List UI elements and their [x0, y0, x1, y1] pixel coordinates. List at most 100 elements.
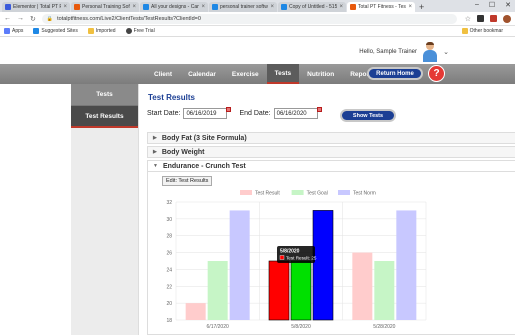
calendar-icon[interactable]: [226, 107, 232, 112]
sidebar-item-test-results[interactable]: Test Results: [71, 106, 138, 128]
browser-tab[interactable]: Personal Training Softw ×: [71, 2, 139, 12]
favicon-icon: [143, 4, 149, 10]
forward-icon[interactable]: →: [17, 15, 24, 22]
bar-test-goal: [374, 261, 395, 320]
nav-nutrition[interactable]: Nutrition: [299, 64, 342, 84]
end-date-field[interactable]: 06/16/2020: [273, 107, 322, 119]
end-date-label: End Date:: [239, 110, 271, 117]
y-tick-label: 24: [166, 267, 172, 273]
date-filter-row: Start Date: 06/16/2019 End Date: 06/16/2…: [147, 107, 322, 119]
tab-title: personal trainer softwar: [220, 4, 269, 10]
bar-test-result: [268, 260, 290, 321]
favicon-icon: [212, 4, 218, 10]
browser-tab[interactable]: personal trainer softwar ×: [209, 2, 277, 12]
return-home-button[interactable]: Return Home: [367, 67, 423, 80]
help-icon[interactable]: ?: [428, 65, 445, 82]
bar-test-result: [352, 252, 373, 320]
close-window-icon[interactable]: ✕: [505, 1, 511, 9]
address-bar: ← → ↻ 🔒 totalptfitness.com/Live2/ClientT…: [0, 12, 515, 26]
y-tick-label: 32: [166, 200, 172, 206]
tab-close-icon[interactable]: ×: [63, 4, 67, 10]
chevron-right-icon: ▶: [153, 149, 157, 155]
reload-icon[interactable]: ↻: [30, 15, 36, 23]
section-endurance-crunch[interactable]: ▼ Endurance - Crunch Test: [147, 160, 515, 172]
minimize-icon[interactable]: –: [475, 1, 479, 9]
bookmark-apps[interactable]: Apps: [4, 28, 23, 34]
back-icon[interactable]: ←: [4, 15, 11, 22]
url-text: totalptfitness.com/Live2/ClientTests/Tes…: [57, 15, 201, 22]
chevron-down-icon: ▼: [153, 163, 158, 169]
nav-tests[interactable]: Tests: [266, 64, 300, 84]
chevron-down-icon[interactable]: ⌄: [443, 48, 449, 56]
browser-tab[interactable]: Elementor | Total PT Fitn×: [2, 2, 70, 12]
y-tick-label: 26: [166, 251, 172, 257]
bar-test-norm: [396, 210, 417, 320]
url-input[interactable]: 🔒 totalptfitness.com/Live2/ClientTests/T…: [41, 13, 457, 24]
favicon-icon: [5, 4, 11, 10]
start-date-label: Start Date:: [147, 110, 181, 117]
trainer-avatar[interactable]: [422, 42, 438, 62]
bookmark-other[interactable]: Other bookmar: [461, 28, 503, 34]
bookmark-suggested-sites[interactable]: Suggested Sites: [33, 28, 78, 34]
favicon-icon: [74, 4, 80, 10]
browser-tab[interactable]: Copy of Untitled - 515p ×: [278, 2, 346, 12]
tab-close-icon[interactable]: ×: [270, 4, 274, 10]
tab-title: All your designs - Canva: [151, 4, 200, 10]
sidebar-item-tests[interactable]: Tests: [71, 84, 138, 106]
favicon-icon: [350, 4, 356, 10]
y-tick-label: 30: [166, 217, 172, 223]
user-greeting[interactable]: Hello, Sample Trainer: [359, 49, 417, 55]
legend-swatch: [291, 190, 304, 195]
bar-test-norm: [229, 210, 250, 320]
nav-exercise[interactable]: Exercise: [224, 64, 267, 84]
extension-red-icon[interactable]: [490, 15, 497, 22]
legend-swatch: [338, 190, 350, 195]
suggested-sites-icon: [33, 28, 40, 34]
bookmark-free-trial[interactable]: Free Trial: [125, 28, 155, 34]
page-title: Test Results: [148, 93, 195, 102]
tab-title: Copy of Untitled - 515p: [289, 4, 338, 10]
bookmarks-bar: Apps Suggested Sites Imported Free Trial…: [0, 26, 515, 37]
tooltip-title: 5/8/2020: [280, 249, 300, 255]
tab-close-icon[interactable]: ×: [201, 4, 205, 10]
legend-swatch: [240, 190, 252, 195]
folder-icon: [87, 28, 94, 34]
tab-close-icon[interactable]: ×: [132, 4, 136, 10]
browser-tab[interactable]: Total PT Fitness - Test Re×: [347, 2, 415, 12]
maximize-icon[interactable]: ☐: [489, 1, 495, 9]
browser-tab[interactable]: All your designs - Canva×: [140, 2, 208, 12]
bar-test-norm: [312, 210, 334, 321]
start-date-field[interactable]: 06/16/2019: [183, 107, 232, 119]
x-tick-label: 6/17/2020: [207, 324, 229, 330]
extension-icon[interactable]: [477, 15, 484, 22]
legend-label: Test Result: [255, 191, 280, 197]
bookmark-imported[interactable]: Imported: [87, 28, 116, 34]
bar-test-goal: [207, 261, 228, 320]
tab-close-icon[interactable]: ×: [408, 4, 412, 10]
calendar-icon[interactable]: [316, 107, 322, 112]
bar-test-goal: [290, 260, 312, 321]
bar-test-result: [185, 303, 206, 320]
window-controls: – ☐ ✕: [475, 1, 511, 9]
new-tab-button[interactable]: +: [419, 2, 424, 12]
endurance-panel: Edit: Test Results Test Result Test Goal T…: [147, 172, 515, 335]
x-tick-label: 5/28/2020: [373, 324, 395, 330]
apps-grid-icon: [4, 28, 10, 34]
main-nav-bar: Client Calendar Exercise Tests Nutrition…: [0, 64, 515, 84]
tooltip-swatch: [279, 255, 285, 260]
nav-client[interactable]: Client: [146, 64, 180, 84]
favicon-icon: [281, 4, 287, 10]
lock-icon: 🔒: [46, 15, 54, 22]
folder-icon: [461, 28, 468, 34]
edit-test-results-button[interactable]: Edit: Test Results: [162, 176, 213, 186]
profile-avatar-icon[interactable]: [503, 14, 511, 23]
section-body-fat[interactable]: ▶ Body Fat (3 Site Formula): [147, 132, 515, 144]
section-body-weight[interactable]: ▶ Body Weight: [147, 146, 515, 158]
browser-tab-bar: Elementor | Total PT Fitn×Personal Train…: [0, 0, 515, 12]
tab-title: Personal Training Softw: [82, 4, 131, 10]
tab-close-icon[interactable]: ×: [339, 4, 343, 10]
show-tests-button[interactable]: Show Tests: [340, 109, 396, 122]
tab-title: Total PT Fitness - Test Re: [358, 4, 407, 10]
star-icon[interactable]: ☆: [465, 15, 471, 23]
nav-calendar[interactable]: Calendar: [180, 64, 224, 84]
